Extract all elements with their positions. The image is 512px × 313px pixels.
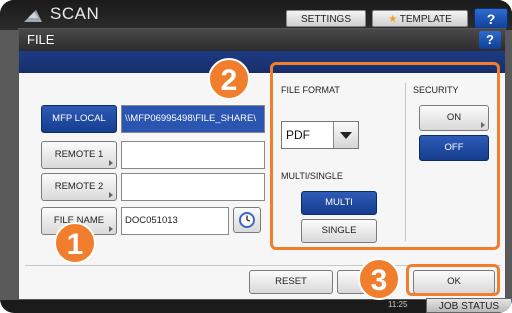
arrow-icon	[109, 192, 113, 198]
template-button-label: TEMPLATE	[399, 14, 452, 25]
reset-button[interactable]: RESET	[249, 270, 333, 294]
job-status-button[interactable]: JOB STATUS	[426, 298, 512, 313]
mfp-local-button[interactable]: MFP LOCAL	[41, 105, 117, 133]
highlight-ok-button	[406, 264, 500, 296]
status-time: 11:25	[388, 300, 408, 309]
callout-badge-2: 2	[208, 58, 250, 100]
app-title: SCAN	[50, 4, 100, 23]
callout-badge-1: 1	[54, 222, 96, 264]
dialog-help-button[interactable]: ?	[479, 31, 501, 49]
remote1-field	[121, 141, 265, 169]
background-panel-left	[0, 30, 20, 300]
remote2-label: REMOTE 2	[54, 181, 104, 192]
arrow-icon	[109, 160, 113, 166]
device-screen: SCAN SETTINGS ★ TEMPLATE ? FILE ? MFP LO…	[0, 0, 512, 313]
highlight-format-panel	[270, 62, 500, 250]
reset-label: RESET	[275, 276, 307, 287]
dialog-title: FILE	[27, 32, 55, 47]
remote1-label: REMOTE 1	[54, 149, 104, 160]
help-button[interactable]: ?	[474, 8, 508, 30]
dialog-title-bar: FILE ?	[19, 29, 505, 51]
clock-button[interactable]	[233, 207, 261, 233]
remote1-button[interactable]: REMOTE 1	[41, 141, 117, 169]
top-bar: SCAN SETTINGS ★ TEMPLATE ?	[0, 0, 512, 30]
remote2-field	[121, 173, 265, 201]
scan-icon	[24, 10, 42, 22]
mfp-local-label: MFP LOCAL	[52, 113, 106, 124]
callout-badge-3: 3	[358, 258, 400, 300]
file-name-field[interactable]: DOC051013	[121, 207, 229, 235]
clock-icon	[239, 212, 255, 228]
template-button[interactable]: ★ TEMPLATE	[372, 10, 468, 27]
settings-button[interactable]: SETTINGS	[286, 10, 366, 27]
mfp-local-path-field: \\MFP06995498\FILE_SHARE\	[121, 105, 265, 133]
settings-button-label: SETTINGS	[300, 14, 351, 25]
star-icon: ★	[388, 14, 398, 25]
remote2-button[interactable]: REMOTE 2	[41, 173, 117, 201]
arrow-icon	[109, 226, 113, 232]
